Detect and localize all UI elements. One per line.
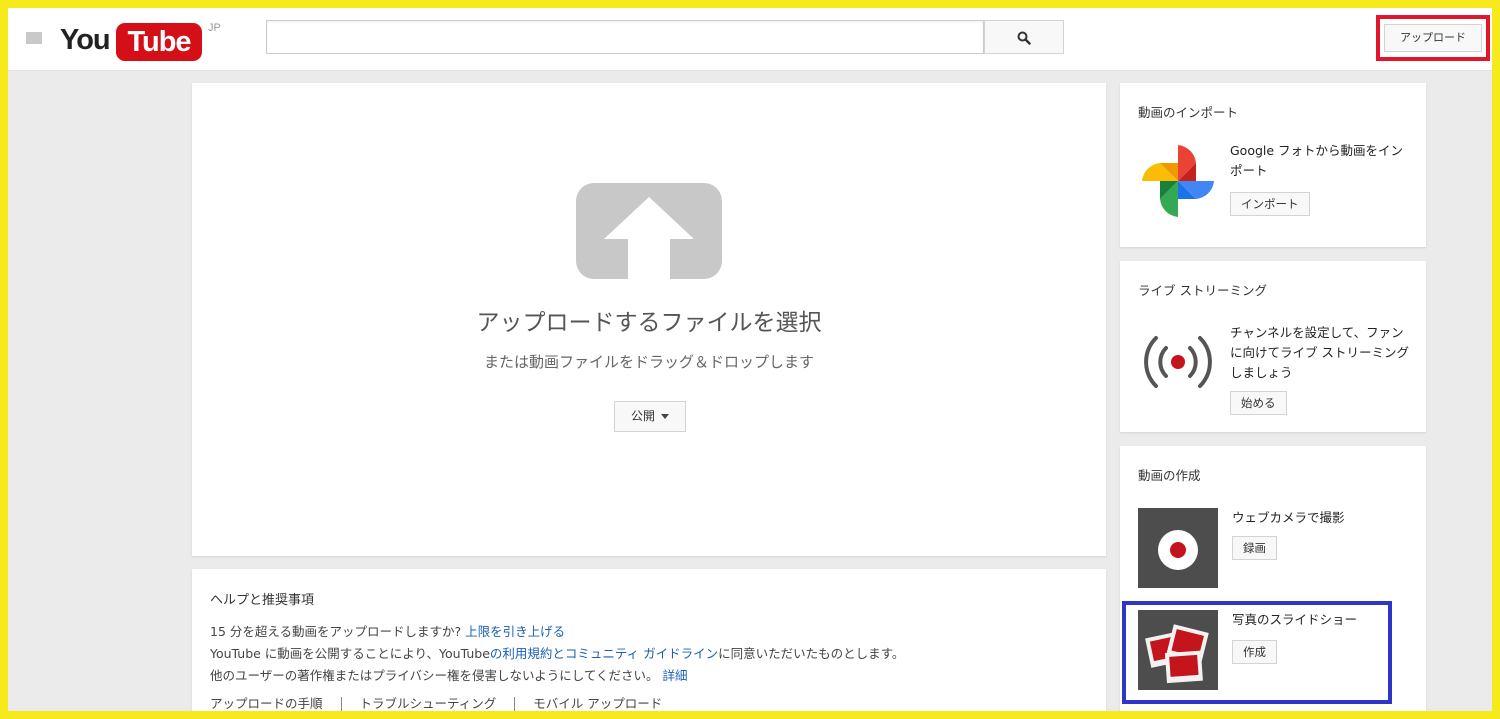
logo-region-code: JP bbox=[208, 22, 221, 34]
privacy-dropdown[interactable]: 公開 bbox=[614, 401, 686, 432]
help-line-copyright: 他のユーザーの著作権またはプライバシー権を侵害しないようにしてください。 詳細 bbox=[210, 665, 688, 684]
record-icon bbox=[1158, 530, 1198, 570]
mobile-upload-link[interactable]: モバイル アップロード bbox=[533, 696, 662, 711]
google-photos-icon bbox=[1142, 145, 1214, 217]
upload-drop-area[interactable]: アップロードするファイルを選択 または動画ファイルをドラッグ＆ドロップします 公… bbox=[192, 83, 1106, 556]
divider bbox=[514, 696, 516, 713]
chevron-down-icon bbox=[661, 414, 669, 419]
upload-subtitle: または動画ファイルをドラッグ＆ドロップします bbox=[483, 353, 814, 371]
webcam-text: ウェブカメラで撮影 bbox=[1232, 510, 1345, 525]
import-description: Google フォトから動画をインポート bbox=[1230, 143, 1404, 178]
webcam-thumbnail[interactable] bbox=[1138, 508, 1218, 588]
help-line3-text: 他のユーザーの著作権またはプライバシー権を侵害しないようにしてください。 bbox=[210, 668, 659, 683]
guide-menu-icon[interactable] bbox=[26, 32, 42, 44]
slideshow-text: 写真のスライドショー bbox=[1232, 612, 1358, 627]
get-started-button[interactable]: 始める bbox=[1230, 391, 1287, 415]
help-footer-links: アップロードの手順 トラブルシューティング モバイル アップロード bbox=[210, 693, 662, 713]
search-input[interactable] bbox=[266, 20, 984, 54]
photos-slideshow-icon bbox=[1145, 624, 1209, 684]
help-title: ヘルプと推奨事項 bbox=[210, 593, 315, 608]
troubleshooting-link[interactable]: トラブルシューティング bbox=[360, 696, 497, 711]
help-card: ヘルプと推奨事項 15 分を超える動画をアップロードしますか? 上限を引き上げる… bbox=[192, 569, 1106, 719]
divider bbox=[340, 696, 342, 713]
help-line-duration: 15 分を超える動画をアップロードしますか? 上限を引き上げる bbox=[210, 621, 565, 640]
terms-guidelines-link[interactable]: の利用規約とコミュニティ ガイドライン bbox=[490, 646, 718, 661]
upload-button-highlight: アップロード bbox=[1376, 15, 1490, 61]
upload-arrow-icon[interactable] bbox=[576, 183, 722, 279]
privacy-value: 公開 bbox=[630, 409, 655, 423]
upload-title[interactable]: アップロードするファイルを選択 bbox=[192, 303, 1106, 337]
live-description: チャンネルを設定して、ファンに向けてライブ ストリーミングしましょう bbox=[1230, 325, 1409, 380]
masthead: You Tube JP アップロード bbox=[8, 8, 1492, 71]
upload-button[interactable]: アップロード bbox=[1384, 24, 1482, 52]
help-line2-pre: YouTube に動画を公開することにより、YouTube bbox=[210, 646, 490, 661]
help-line2-post: に同意いただいたものとします。 bbox=[718, 646, 905, 661]
import-title: 動画のインポート bbox=[1138, 105, 1239, 120]
create-slideshow-button[interactable]: 作成 bbox=[1232, 640, 1277, 664]
live-streaming-card: ライブ ストリーミング チャンネルを設定して、ファンに向けてライブ ストリーミン… bbox=[1120, 261, 1426, 432]
raise-limit-link[interactable]: 上限を引き上げる bbox=[465, 624, 565, 639]
logo-you-text: You bbox=[60, 24, 111, 56]
create-video-card: 動画の作成 ウェブカメラで撮影 録画 写真のスライドショー 作成 bbox=[1120, 446, 1426, 719]
live-broadcast-icon bbox=[1144, 336, 1212, 388]
record-button[interactable]: 録画 bbox=[1232, 536, 1277, 560]
live-title: ライブ ストリーミング bbox=[1138, 283, 1267, 298]
details-link[interactable]: 詳細 bbox=[663, 668, 688, 683]
help-line1-text: 15 分を超える動画をアップロードしますか? bbox=[210, 624, 462, 639]
search-icon bbox=[1017, 31, 1031, 45]
import-card: 動画のインポート Google フォトから動画をインポート インポート bbox=[1120, 83, 1426, 247]
help-line-terms: YouTube に動画を公開することにより、YouTubeの利用規約とコミュニテ… bbox=[210, 643, 904, 662]
slideshow-thumbnail[interactable] bbox=[1138, 610, 1218, 690]
create-title: 動画の作成 bbox=[1138, 468, 1201, 483]
upload-instructions-link[interactable]: アップロードの手順 bbox=[210, 696, 323, 711]
logo-tube-text: Tube bbox=[116, 23, 202, 61]
search-button[interactable] bbox=[984, 20, 1064, 54]
import-button[interactable]: インポート bbox=[1230, 192, 1310, 216]
